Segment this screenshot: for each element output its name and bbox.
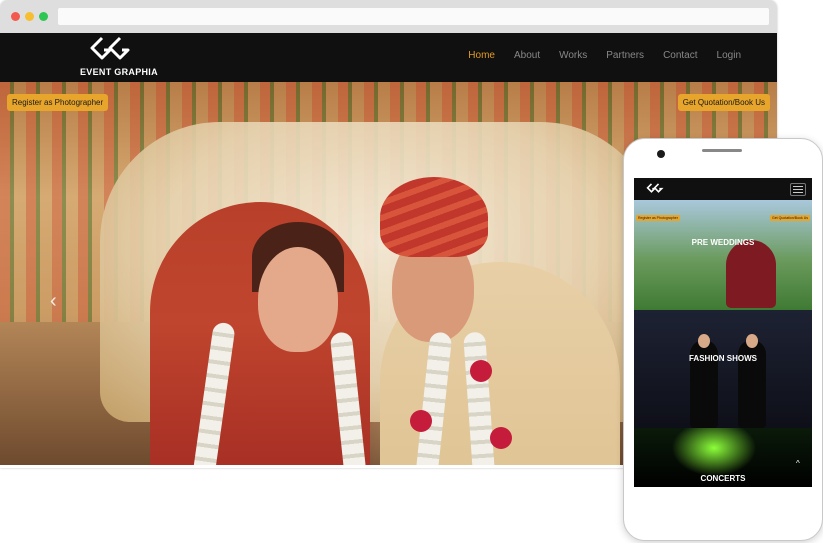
panel-title: PRE WEDDINGS: [691, 238, 755, 247]
phone-camera: [657, 150, 665, 158]
mobile-phone-mockup: Register as Photographer Get Quotation/B…: [623, 138, 823, 541]
nav-contact[interactable]: Contact: [663, 50, 697, 61]
address-bar[interactable]: [58, 8, 769, 25]
phone-speaker: [702, 149, 742, 152]
main-nav: Home About Works Partners Contact Login: [468, 50, 741, 61]
site-logo[interactable]: EVENT GRAPHIA: [80, 36, 158, 80]
mobile-screen: Register as Photographer Get Quotation/B…: [634, 178, 812, 487]
nav-home[interactable]: Home: [468, 50, 495, 61]
mobile-panel-concerts[interactable]: CONCERTS: [634, 428, 812, 487]
chevron-left-icon[interactable]: [50, 291, 64, 311]
close-window-dot[interactable]: [11, 12, 20, 21]
hero-rose: [470, 360, 492, 382]
mobile-navbar: [634, 178, 812, 200]
panel-model-face: [698, 334, 710, 348]
mobile-logo-icon[interactable]: [646, 183, 664, 195]
logo-mark-icon: [90, 36, 130, 60]
hamburger-menu-icon[interactable]: [790, 183, 806, 196]
panel-model-face: [746, 334, 758, 348]
get-quotation-button[interactable]: Get Quotation/Book Us: [677, 94, 770, 111]
mobile-get-quotation-button[interactable]: Get Quotation/Book Us: [770, 215, 810, 221]
hero-bride-face: [258, 247, 338, 352]
nav-works[interactable]: Works: [559, 50, 587, 61]
minimize-window-dot[interactable]: [25, 12, 34, 21]
panel-title: CONCERTS: [700, 474, 746, 483]
nav-login[interactable]: Login: [717, 50, 741, 61]
logo-text: EVENT GRAPHIA: [80, 67, 158, 77]
maximize-window-dot[interactable]: [39, 12, 48, 21]
browser-chrome: [0, 0, 777, 33]
register-photographer-button[interactable]: Register as Photographer: [7, 94, 109, 111]
hero-groom-turban: [380, 177, 488, 257]
panel-couple-photo: [726, 240, 776, 308]
mobile-register-photographer-button[interactable]: Register as Photographer: [636, 215, 680, 221]
nav-partners[interactable]: Partners: [606, 50, 644, 61]
site-navbar: EVENT GRAPHIA Home About Works Partners …: [0, 33, 777, 82]
panel-title: FASHION SHOWS: [688, 354, 757, 363]
scroll-up-icon[interactable]: [796, 459, 806, 469]
mobile-panel-fashion-shows[interactable]: FASHION SHOWS: [634, 310, 812, 428]
hero-rose: [490, 427, 512, 449]
mobile-panel-pre-weddings[interactable]: Register as Photographer Get Quotation/B…: [634, 200, 812, 310]
hero-rose: [410, 410, 432, 432]
nav-about[interactable]: About: [514, 50, 540, 61]
